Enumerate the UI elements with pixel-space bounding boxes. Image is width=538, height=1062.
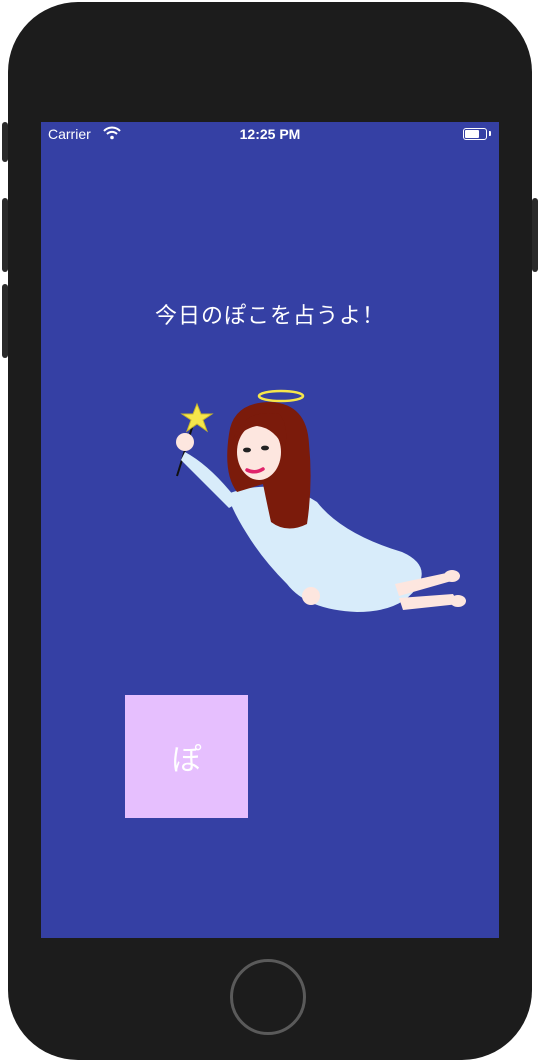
power-button — [532, 198, 538, 272]
battery-icon — [463, 128, 487, 140]
status-time: 12:25 PM — [239, 126, 301, 142]
side-switch — [2, 122, 8, 162]
angel-with-star-wand-icon — [176, 389, 466, 612]
app-screen: Carrier 12:25 PM 今日のぽこを占うよ！ ぽ — [41, 122, 499, 938]
page-title: 今日のぽこを占うよ！ — [154, 304, 385, 329]
status-bar: Carrier 12:25 PM — [41, 122, 499, 144]
volume-up-button — [2, 198, 8, 272]
home-button[interactable] — [230, 959, 306, 1035]
volume-down-button — [2, 284, 8, 358]
battery-tip — [489, 131, 491, 136]
po-button[interactable]: ぽ — [125, 695, 248, 818]
